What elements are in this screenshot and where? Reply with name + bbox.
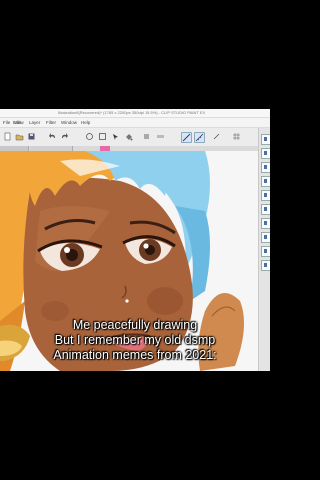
new-icon[interactable] bbox=[3, 132, 12, 141]
panel-button-7-icon[interactable] bbox=[261, 218, 270, 229]
menu-view[interactable]: View bbox=[14, 118, 24, 127]
panel-button-6-icon[interactable] bbox=[261, 204, 270, 215]
select-icon[interactable] bbox=[111, 132, 120, 141]
eraser-icon[interactable] bbox=[181, 132, 192, 143]
ruler-icon[interactable] bbox=[194, 132, 205, 143]
clear-icon[interactable] bbox=[85, 132, 94, 141]
menu-filter[interactable]: Filter bbox=[46, 118, 56, 127]
menu-bar: File Edit View Layer Filter Window Help bbox=[0, 118, 270, 128]
panel-button-10-icon[interactable] bbox=[261, 260, 270, 271]
menu-file[interactable]: File bbox=[3, 118, 10, 127]
panel-button-1-icon[interactable] bbox=[261, 134, 270, 145]
panel-button-9-icon[interactable] bbox=[261, 246, 270, 257]
title-bar: Illustration8(Recovered)* (1765 x 2200px… bbox=[0, 109, 270, 118]
open-icon[interactable] bbox=[15, 132, 24, 141]
caption-line-3: Animation memes from 2021: bbox=[53, 348, 217, 362]
menu-layer[interactable]: Layer bbox=[29, 118, 40, 127]
window-title: Illustration8(Recovered)* (1765 x 2200px… bbox=[58, 110, 206, 115]
fill-icon[interactable] bbox=[124, 132, 133, 141]
menu-help[interactable]: Help bbox=[81, 118, 90, 127]
redo-icon[interactable] bbox=[60, 132, 69, 141]
save-icon[interactable] bbox=[27, 132, 36, 141]
grid-icon[interactable] bbox=[232, 132, 241, 141]
meme-caption: Me peacefully drawing But I remember my … bbox=[0, 318, 270, 363]
undo-icon[interactable] bbox=[48, 132, 57, 141]
caption-line-1: Me peacefully drawing bbox=[72, 318, 198, 332]
menu-window[interactable]: Window bbox=[61, 118, 77, 127]
panel-button-4-icon[interactable] bbox=[261, 176, 270, 187]
pencil-icon[interactable] bbox=[156, 132, 165, 141]
panel-button-5-icon[interactable] bbox=[261, 190, 270, 201]
panel-button-2-icon[interactable] bbox=[261, 148, 270, 159]
caption-line-2: But I remember my old dsmp bbox=[54, 333, 216, 347]
snap-icon[interactable] bbox=[212, 132, 221, 141]
pen-icon[interactable] bbox=[142, 132, 151, 141]
command-bar bbox=[0, 128, 270, 147]
transform-icon[interactable] bbox=[98, 132, 107, 141]
panel-button-3-icon[interactable] bbox=[261, 162, 270, 173]
panel-button-8-icon[interactable] bbox=[261, 232, 270, 243]
